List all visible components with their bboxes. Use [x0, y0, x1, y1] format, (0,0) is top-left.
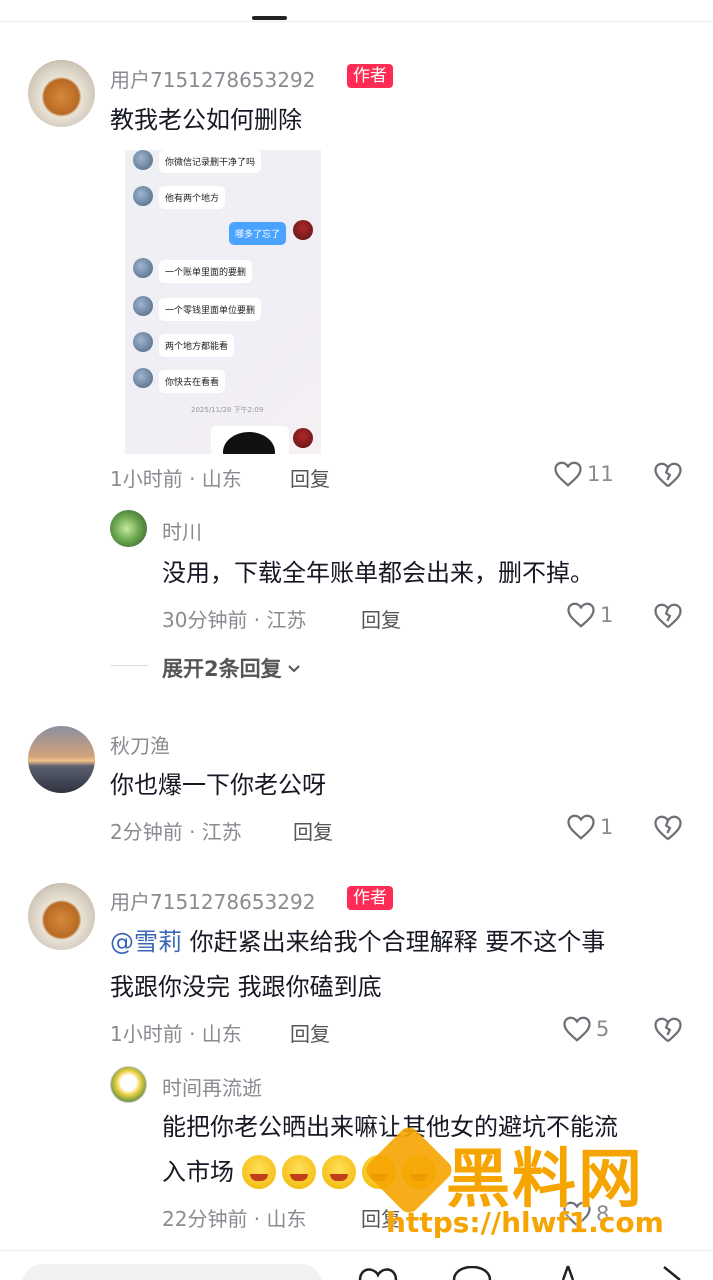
comment-text: 你也爆一下你老公呀	[110, 771, 326, 799]
like-button[interactable]: 11	[553, 460, 614, 488]
comment-text-line1: @雪莉 你赶紧出来给我个合理解释 要不这个事	[110, 925, 605, 959]
chat-bubble-me: 哪多了忘了	[229, 222, 287, 245]
divider	[110, 665, 148, 666]
laughing-emoji-icon	[242, 1155, 276, 1189]
reply-username[interactable]: 时川	[162, 516, 202, 545]
chat-bubble: 他有两个地方	[159, 186, 226, 209]
like-count: 1	[600, 815, 614, 839]
heart-icon	[567, 602, 595, 628]
watermark-url: https://hlwf1.com	[386, 1206, 664, 1239]
author-badge: 作者	[347, 886, 393, 910]
chat-avatar	[133, 150, 153, 170]
reply-meta: 22分钟前 · 山东	[162, 1207, 307, 1231]
chat-avatar	[133, 296, 153, 316]
like-count: 1	[600, 603, 614, 627]
broken-heart-icon[interactable]	[653, 602, 683, 630]
avatar[interactable]	[28, 883, 95, 950]
reply-button[interactable]: 回复	[361, 604, 401, 633]
reply-meta: 30分钟前 · 江苏	[162, 608, 307, 632]
reply-text: 没用，下载全年账单都会出来，删不掉。	[162, 559, 594, 587]
avatar[interactable]	[110, 510, 147, 547]
mention-link[interactable]: @雪莉	[110, 928, 182, 956]
like-count: 5	[596, 1017, 610, 1041]
chevron-down-icon	[287, 665, 300, 673]
avatar[interactable]	[110, 1066, 147, 1103]
chat-bubble: 一个零钱里面单位要删	[159, 298, 262, 321]
comment-text-line2: 我跟你没完 我跟你磕到底	[110, 973, 382, 1001]
heart-icon	[567, 814, 595, 840]
like-button[interactable]: 1	[566, 813, 613, 841]
comment-meta: 2分钟前 · 江苏	[110, 820, 242, 844]
chat-bubble: 你微信记录删干净了吗	[159, 150, 262, 173]
avatar[interactable]	[28, 60, 95, 127]
expand-replies-label: 展开2条回复	[162, 657, 282, 681]
comment-username[interactable]: 用户7151278653292	[110, 886, 315, 915]
comment-username[interactable]: 用户7151278653292	[110, 64, 315, 93]
heart-icon	[554, 461, 582, 487]
like-button[interactable]: 5	[562, 1015, 609, 1043]
author-badge: 作者	[347, 64, 393, 88]
comment-meta: 1小时前 · 山东	[110, 467, 242, 491]
comment-text: 你赶紧出来给我个合理解释 要不这个事	[189, 928, 606, 956]
like-button[interactable]: 1	[566, 601, 613, 629]
share-icon[interactable]	[450, 1266, 494, 1280]
reply-username[interactable]: 时间再流逝	[162, 1072, 262, 1101]
chat-timestamp: 2025/11/28 下午2:09	[191, 406, 264, 414]
chat-avatar	[133, 368, 153, 388]
expand-replies-button[interactable]: 展开2条回复	[162, 653, 302, 683]
comment-meta: 1小时前 · 山东	[110, 1022, 242, 1046]
reply-button[interactable]: 回复	[290, 1018, 330, 1047]
comment-image[interactable]: 你微信记录删干净了吗 他有两个地方 哪多了忘了 一个账单里面的要删 一个零钱里面…	[125, 150, 321, 454]
comment-input[interactable]	[22, 1264, 322, 1280]
laughing-emoji-icon	[282, 1155, 316, 1189]
broken-heart-icon[interactable]	[653, 1016, 683, 1044]
comment-username[interactable]: 秋刀渔	[110, 730, 170, 759]
reply-text: 入市场	[162, 1158, 234, 1186]
top-bar	[0, 0, 713, 22]
chat-avatar	[133, 258, 153, 278]
chat-avatar	[133, 186, 153, 206]
star-icon[interactable]	[548, 1264, 588, 1280]
like-count: 11	[587, 462, 614, 486]
drag-handle[interactable]	[252, 16, 287, 20]
heart-icon[interactable]	[356, 1266, 400, 1280]
broken-heart-icon[interactable]	[653, 814, 683, 842]
chat-bubble: 两个地方都能看	[159, 334, 235, 357]
broken-heart-icon[interactable]	[653, 461, 683, 489]
laughing-emoji-icon	[322, 1155, 356, 1189]
reply-button[interactable]: 回复	[293, 816, 333, 845]
chat-avatar-me	[293, 428, 313, 448]
chat-bubble: 你快去在看看	[159, 370, 226, 393]
chat-bubble: 一个账单里面的要删	[159, 260, 253, 283]
comment-text: 教我老公如何删除	[110, 106, 302, 134]
heart-icon	[563, 1016, 591, 1042]
chat-avatar-me	[293, 220, 313, 240]
avatar[interactable]	[28, 726, 95, 793]
reply-button[interactable]: 回复	[290, 463, 330, 492]
send-icon[interactable]	[660, 1266, 690, 1280]
chat-avatar	[133, 332, 153, 352]
